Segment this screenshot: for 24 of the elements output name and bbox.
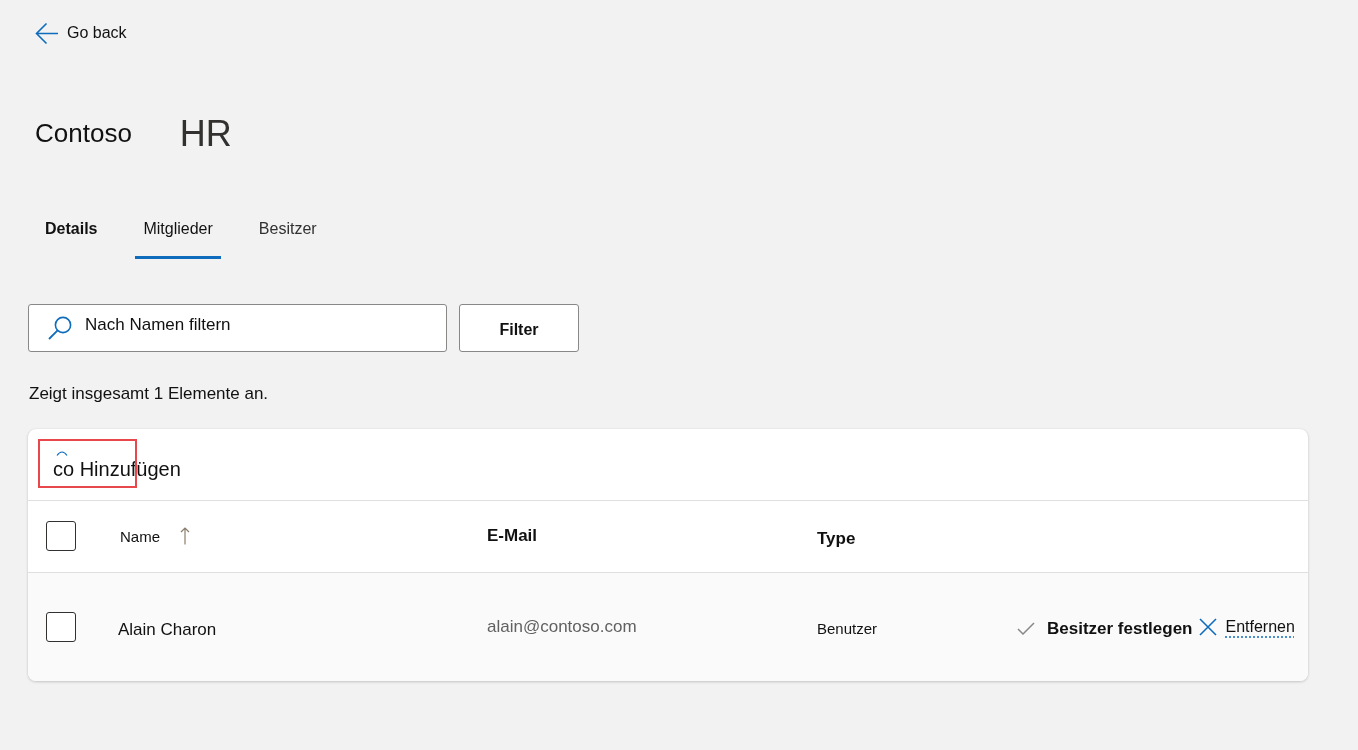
results-summary: Zeigt insgesamt 1 Elemente an. [29,382,269,405]
arc-icon [56,449,68,456]
table-cell: Alain Charon [118,619,217,640]
search-field[interactable]: Nach Namen filtern [28,303,447,352]
select-all-checkbox[interactable] [46,521,76,551]
filter-button[interactable]: Filter [459,303,579,352]
group-title: HR [179,112,232,155]
row-checkbox[interactable] [46,611,76,642]
checkmark-icon [1017,622,1035,635]
column-header[interactable]: Name [120,527,160,545]
column-header[interactable]: E-Mail [487,526,538,546]
table-cell: Benutzer [817,619,878,637]
set-owner-button[interactable]: Besitzer festlegen [1017,618,1193,639]
cross-icon [1198,617,1217,636]
organization-name: Contoso [35,118,132,149]
search-icon [48,315,72,340]
go-back-link[interactable]: Go back [35,18,127,48]
remove-button[interactable]: Entfernen [1198,617,1295,636]
tab[interactable]: Details [37,200,106,259]
table-cell: alain@contoso.com [487,616,637,637]
back-arrow-icon [35,21,59,45]
tab[interactable]: Besitzer [250,200,325,259]
tab[interactable]: Mitglieder [135,200,221,259]
column-header[interactable]: Type [817,528,856,549]
